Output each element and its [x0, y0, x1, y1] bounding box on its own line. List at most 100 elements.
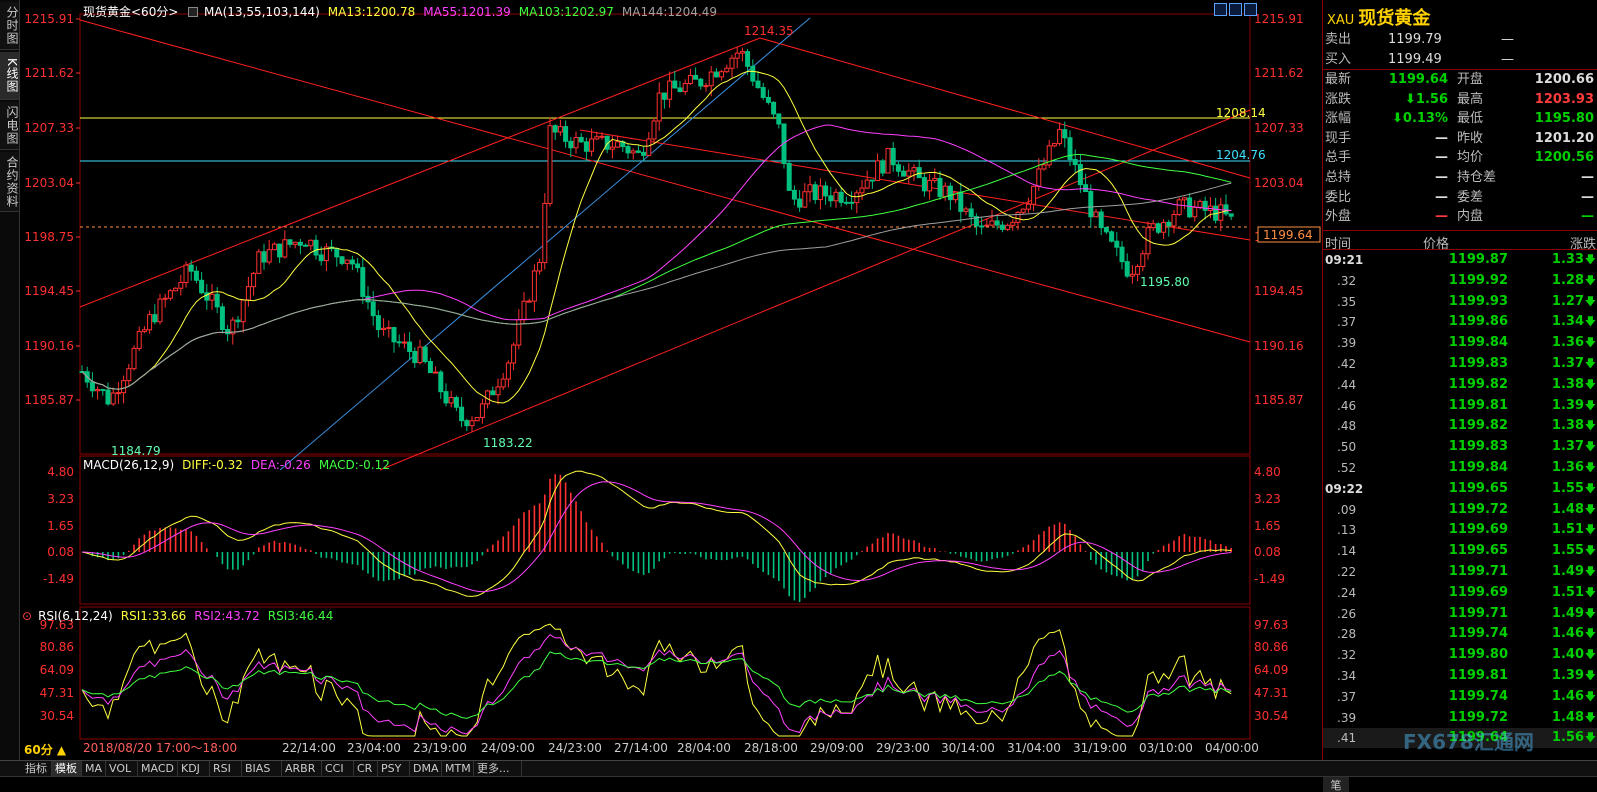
- panel-tab-trades[interactable]: 笔: [1323, 777, 1349, 792]
- indicator-tab[interactable]: 指标: [22, 761, 52, 777]
- restore-icon[interactable]: [1214, 3, 1227, 16]
- time-axis-label: 23/04:00: [347, 741, 401, 755]
- quote-label: 总手: [1325, 150, 1352, 166]
- time-axis-label: 28/18:00: [744, 741, 798, 755]
- candle-body: [880, 160, 886, 174]
- candle-body: [765, 96, 771, 103]
- candle-body: [422, 346, 428, 362]
- tick-row[interactable]: .52 1199.84 1.36 🡇: [1323, 458, 1597, 479]
- indicator-tab[interactable]: DMA: [410, 761, 442, 777]
- tick-row[interactable]: .42 1199.83 1.37 🡇: [1323, 354, 1597, 375]
- candle-body: [209, 293, 215, 301]
- indicator-tab[interactable]: VOL: [106, 761, 138, 777]
- tick-row[interactable]: .32 1199.80 1.40 🡇: [1323, 645, 1597, 666]
- indicator-tab[interactable]: ARBR: [282, 761, 322, 777]
- tick-row[interactable]: .14 1199.65 1.55 🡇: [1323, 541, 1597, 562]
- candle-body: [958, 191, 964, 212]
- kline-chart[interactable]: 1215.91 1215.91 1211.62 1211.62 1207.33 1207.…: [20, 0, 1322, 760]
- candle-body: [370, 301, 376, 317]
- indicator-tab[interactable]: CCI: [322, 761, 354, 777]
- tick-price: 1199.74: [1448, 688, 1508, 704]
- candle-body: [183, 264, 189, 284]
- candle-body: [812, 184, 818, 201]
- tick-time: .50: [1337, 440, 1357, 455]
- quote-row: 总持 — 持仓差 —: [1323, 168, 1597, 188]
- tick-row[interactable]: .26 1199.71 1.49 🡇: [1323, 604, 1597, 625]
- candle-body: [760, 87, 766, 98]
- indicator-tab[interactable]: MACD: [138, 761, 178, 777]
- candle-body: [427, 360, 433, 374]
- indicator-tab[interactable]: MTM: [442, 761, 474, 777]
- candle-body: [1109, 231, 1115, 242]
- candle-body: [464, 420, 470, 427]
- candle-body: [251, 272, 257, 288]
- quote-value: —: [1435, 170, 1448, 185]
- tick-row[interactable]: .09 1199.72 1.48 🡇: [1323, 500, 1597, 521]
- candle-body: [594, 136, 600, 140]
- tick-row[interactable]: .37 1199.74 1.46 🡇: [1323, 687, 1597, 708]
- candle-body: [786, 162, 792, 191]
- tick-row[interactable]: .22 1199.71 1.49 🡇: [1323, 562, 1597, 583]
- candle-body: [531, 270, 537, 302]
- candle-body: [552, 125, 558, 133]
- candle-body: [375, 315, 381, 331]
- tick-time: 09:22: [1325, 481, 1364, 496]
- tick-row[interactable]: .34 1199.81 1.39 🡇: [1323, 666, 1597, 687]
- tick-row[interactable]: .50 1199.83 1.37 🡇: [1323, 437, 1597, 458]
- indicator-icon[interactable]: [188, 7, 199, 17]
- tick-row[interactable]: .48 1199.82 1.38 🡇: [1323, 416, 1597, 437]
- candle-body: [1015, 211, 1021, 223]
- candle-body: [225, 328, 231, 335]
- candle-body: [963, 208, 969, 212]
- settings-dot-icon[interactable]: ⊙: [22, 609, 32, 623]
- tick-row[interactable]: .44 1199.82 1.38 🡇: [1323, 375, 1597, 396]
- tick-row[interactable]: .28 1199.74 1.46 🡇: [1323, 624, 1597, 645]
- ma55-line: [81, 124, 1232, 390]
- candle-body: [682, 82, 688, 93]
- tick-time: .09: [1337, 502, 1357, 517]
- candle-body: [344, 259, 350, 264]
- indicator-tab[interactable]: MA: [82, 761, 106, 777]
- indicator-tab[interactable]: BIAS: [242, 761, 282, 777]
- candle-body: [745, 51, 751, 67]
- tick-price: 1199.72: [1448, 501, 1508, 517]
- indicator-tab[interactable]: RSI: [210, 761, 242, 777]
- down-arrow-icon: 🡇: [1584, 377, 1596, 391]
- tick-row[interactable]: .46 1199.81 1.39 🡇: [1323, 396, 1597, 417]
- candle-body: [500, 378, 506, 388]
- tick-row[interactable]: 09:21 1199.87 1.33 🡇: [1323, 250, 1597, 271]
- tick-row[interactable]: .13 1199.69 1.51 🡇: [1323, 520, 1597, 541]
- period-selector[interactable]: 60分 ▲: [24, 741, 74, 757]
- tick-list[interactable]: 09:21 1199.87 1.33 🡇 .32 1199.92 1.28 🡇 .3…: [1323, 250, 1597, 748]
- candle-body: [1093, 211, 1099, 218]
- tab-contract-info[interactable]: 合约资料: [0, 152, 19, 212]
- tab-kline[interactable]: K线图: [0, 52, 19, 100]
- indicator-tab[interactable]: PSY: [378, 761, 410, 777]
- time-axis-label: 30/14:00: [941, 741, 995, 755]
- indicator-tab[interactable]: 模板: [52, 761, 82, 777]
- watermark: FX678汇通网: [1403, 730, 1534, 754]
- tick-row[interactable]: .24 1199.69 1.51 🡇: [1323, 583, 1597, 604]
- time-axis-label: 24/23:00: [548, 741, 602, 755]
- candle-body: [396, 341, 402, 344]
- maximize-icon[interactable]: [1244, 3, 1257, 16]
- tick-time: .22: [1337, 565, 1357, 579]
- tick-change: 1.48: [1551, 501, 1584, 517]
- tick-row[interactable]: .35 1199.93 1.27 🡇: [1323, 292, 1597, 313]
- candle-body: [526, 300, 532, 303]
- tick-row[interactable]: 09:22 1199.65 1.55 🡇: [1323, 479, 1597, 500]
- indicator-tab[interactable]: 更多...: [474, 761, 522, 777]
- minimize-icon[interactable]: [1229, 3, 1242, 16]
- price-pane: [79, 13, 1251, 455]
- tab-timeshare[interactable]: 分时图: [0, 2, 19, 50]
- tab-flash[interactable]: 闪电图: [0, 102, 19, 150]
- tick-row[interactable]: .39 1199.84 1.36 🡇: [1323, 333, 1597, 354]
- candle-body: [667, 80, 673, 100]
- quote-label: 内盘: [1457, 209, 1484, 225]
- tick-row[interactable]: .37 1199.86 1.34 🡇: [1323, 312, 1597, 333]
- candle-body: [188, 264, 194, 272]
- indicator-tab[interactable]: KDJ: [178, 761, 210, 777]
- rsi-axis-label-right: 30.54: [1254, 709, 1288, 723]
- indicator-tab[interactable]: CR: [354, 761, 378, 777]
- tick-row[interactable]: .32 1199.92 1.28 🡇: [1323, 271, 1597, 292]
